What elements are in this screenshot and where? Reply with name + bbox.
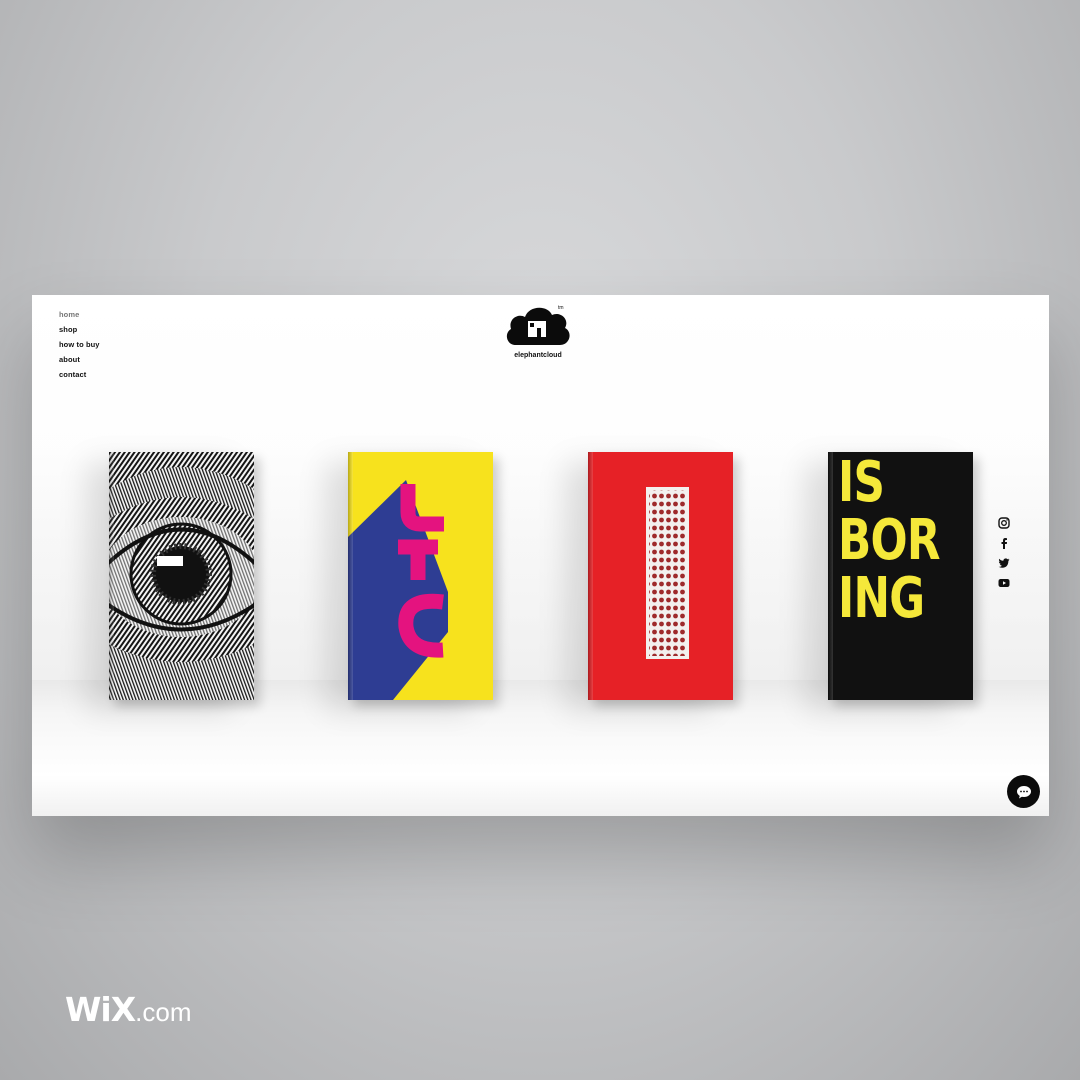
shelf-floor — [32, 680, 1049, 816]
book-eye[interactable] — [109, 452, 254, 700]
nav-home[interactable]: home — [59, 307, 100, 322]
book-cover-text: IS BOR ING — [838, 452, 941, 631]
book-red[interactable] — [588, 452, 733, 700]
eye-engraving-icon — [109, 452, 254, 700]
instagram-icon[interactable] — [998, 517, 1010, 529]
wix-suffix: .com — [135, 997, 192, 1027]
abstract-letters-icon — [348, 452, 493, 700]
match-pattern-icon — [588, 452, 733, 700]
book-yellow-blue[interactable] — [348, 452, 493, 700]
twitter-icon[interactable] — [998, 557, 1010, 569]
facebook-icon[interactable] — [998, 537, 1010, 549]
wix-brand: WiX — [65, 990, 136, 1029]
wix-watermark: WiX.com — [65, 990, 192, 1029]
chat-icon — [1016, 785, 1031, 798]
nav-contact[interactable]: contact — [59, 367, 100, 382]
nav-about[interactable]: about — [59, 352, 100, 367]
book-is-boring[interactable]: IS BOR ING — [828, 452, 973, 700]
nav-how-to-buy[interactable]: how to buy — [59, 337, 100, 352]
youtube-icon[interactable] — [998, 577, 1010, 589]
trademark-label: tm — [558, 305, 564, 311]
brand-wordmark: elephantcloud — [514, 352, 562, 359]
chat-button[interactable] — [1007, 775, 1040, 808]
brand-logo[interactable]: tm elephantcloud — [498, 301, 578, 371]
social-bar — [998, 517, 1012, 597]
main-nav: home shop how to buy about contact — [59, 307, 100, 382]
nav-shop[interactable]: shop — [59, 322, 100, 337]
website-preview: home shop how to buy about contact tm el… — [32, 295, 1049, 816]
